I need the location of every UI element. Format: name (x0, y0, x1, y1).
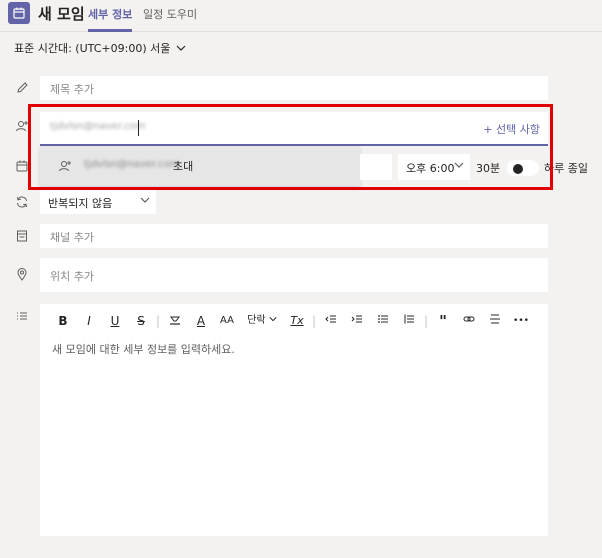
active-tab-indicator (88, 29, 132, 32)
paragraph-label: 단락 (247, 315, 266, 326)
chevron-down-icon (176, 45, 186, 51)
horizontal-rule-icon[interactable] (482, 312, 508, 330)
chevron-down-icon (454, 162, 464, 168)
suggestion-email: tjdvlsn@naver.com (84, 159, 180, 170)
link-icon[interactable] (456, 312, 482, 330)
all-day-toggle[interactable] (507, 160, 539, 176)
suggestion-invite-label: 초대 (173, 160, 194, 173)
paragraph-select[interactable]: 단락 (240, 312, 284, 330)
invite-suggestion-item[interactable]: tjdvlsn@naver.com 초대 (40, 146, 360, 186)
end-time-select[interactable]: 오후 6:00 (398, 154, 470, 180)
repeat-icon (14, 194, 30, 210)
duration-label: 30분 (476, 162, 501, 175)
location-input[interactable]: 위치 추가 (40, 258, 548, 292)
channel-input[interactable]: 채널 추가 (40, 224, 548, 248)
attendee-input-text: tjdvlsn@naver.com (50, 121, 146, 132)
more-options-button[interactable]: ••• (508, 312, 534, 330)
title-input[interactable]: 제목 추가 (40, 76, 548, 100)
font-color-button[interactable]: A (188, 312, 214, 330)
editor-placeholder: 새 모임에 대한 세부 정보를 입력하세요. (52, 343, 235, 356)
timezone-selector[interactable]: 표준 시간대: (UTC+09:00) 서울 (14, 40, 186, 56)
highlight-button[interactable] (162, 312, 188, 330)
chevron-down-icon (140, 197, 150, 203)
strikethrough-button[interactable]: S (128, 312, 154, 330)
add-person-icon (58, 158, 72, 177)
end-time-value: 오후 6:00 (406, 162, 455, 175)
bold-button[interactable]: B (50, 312, 76, 330)
page-title: 새 모임 (38, 5, 85, 23)
meeting-header: 새 모임 세부 정보 일정 도우미 (0, 0, 602, 32)
toggle-knob (513, 164, 523, 174)
add-person-icon (14, 118, 30, 134)
tab-details[interactable]: 세부 정보 (88, 6, 132, 22)
repeat-select[interactable]: 반복되지 않음 (40, 190, 156, 214)
highlighter-icon (170, 316, 180, 325)
underline-button[interactable]: U (102, 312, 128, 330)
calendar-icon (14, 158, 30, 174)
clear-format-button[interactable]: Tx (284, 312, 310, 330)
text-caret (138, 120, 139, 136)
all-day-label: 하루 종일 (544, 162, 588, 175)
channel-icon (14, 228, 30, 244)
tab-scheduling-assistant[interactable]: 일정 도우미 (143, 6, 197, 22)
timezone-label: 표준 시간대: (UTC+09:00) 서울 (14, 42, 171, 55)
pencil-icon (14, 80, 30, 96)
numbered-list-icon[interactable] (396, 312, 422, 330)
repeat-value: 반복되지 않음 (48, 197, 113, 210)
calendar-app-icon (8, 2, 30, 24)
toolbar-divider: | (155, 314, 161, 328)
quote-icon[interactable]: " (430, 312, 456, 330)
chevron-down-icon (269, 317, 277, 322)
outdent-icon[interactable] (318, 312, 344, 330)
details-list-icon (14, 308, 30, 324)
italic-button[interactable]: I (76, 312, 102, 330)
indent-icon[interactable] (344, 312, 370, 330)
toolbar-divider: | (423, 314, 429, 328)
font-size-button[interactable]: AA (214, 312, 240, 330)
location-pin-icon (14, 266, 30, 282)
attendee-input[interactable]: tjdvlsn@naver.com + 선택 사항 (40, 112, 548, 146)
end-date-picker[interactable] (360, 154, 392, 180)
add-optional-attendees-link[interactable]: + 선택 사항 (483, 121, 540, 137)
details-editor[interactable]: B I U S | A AA 단락 Tx | | " ••• 새 모임에 대한 … (40, 304, 548, 536)
toolbar-divider: | (311, 314, 317, 328)
bulleted-list-icon[interactable] (370, 312, 396, 330)
format-toolbar: B I U S | A AA 단락 Tx | | " ••• (50, 312, 534, 330)
